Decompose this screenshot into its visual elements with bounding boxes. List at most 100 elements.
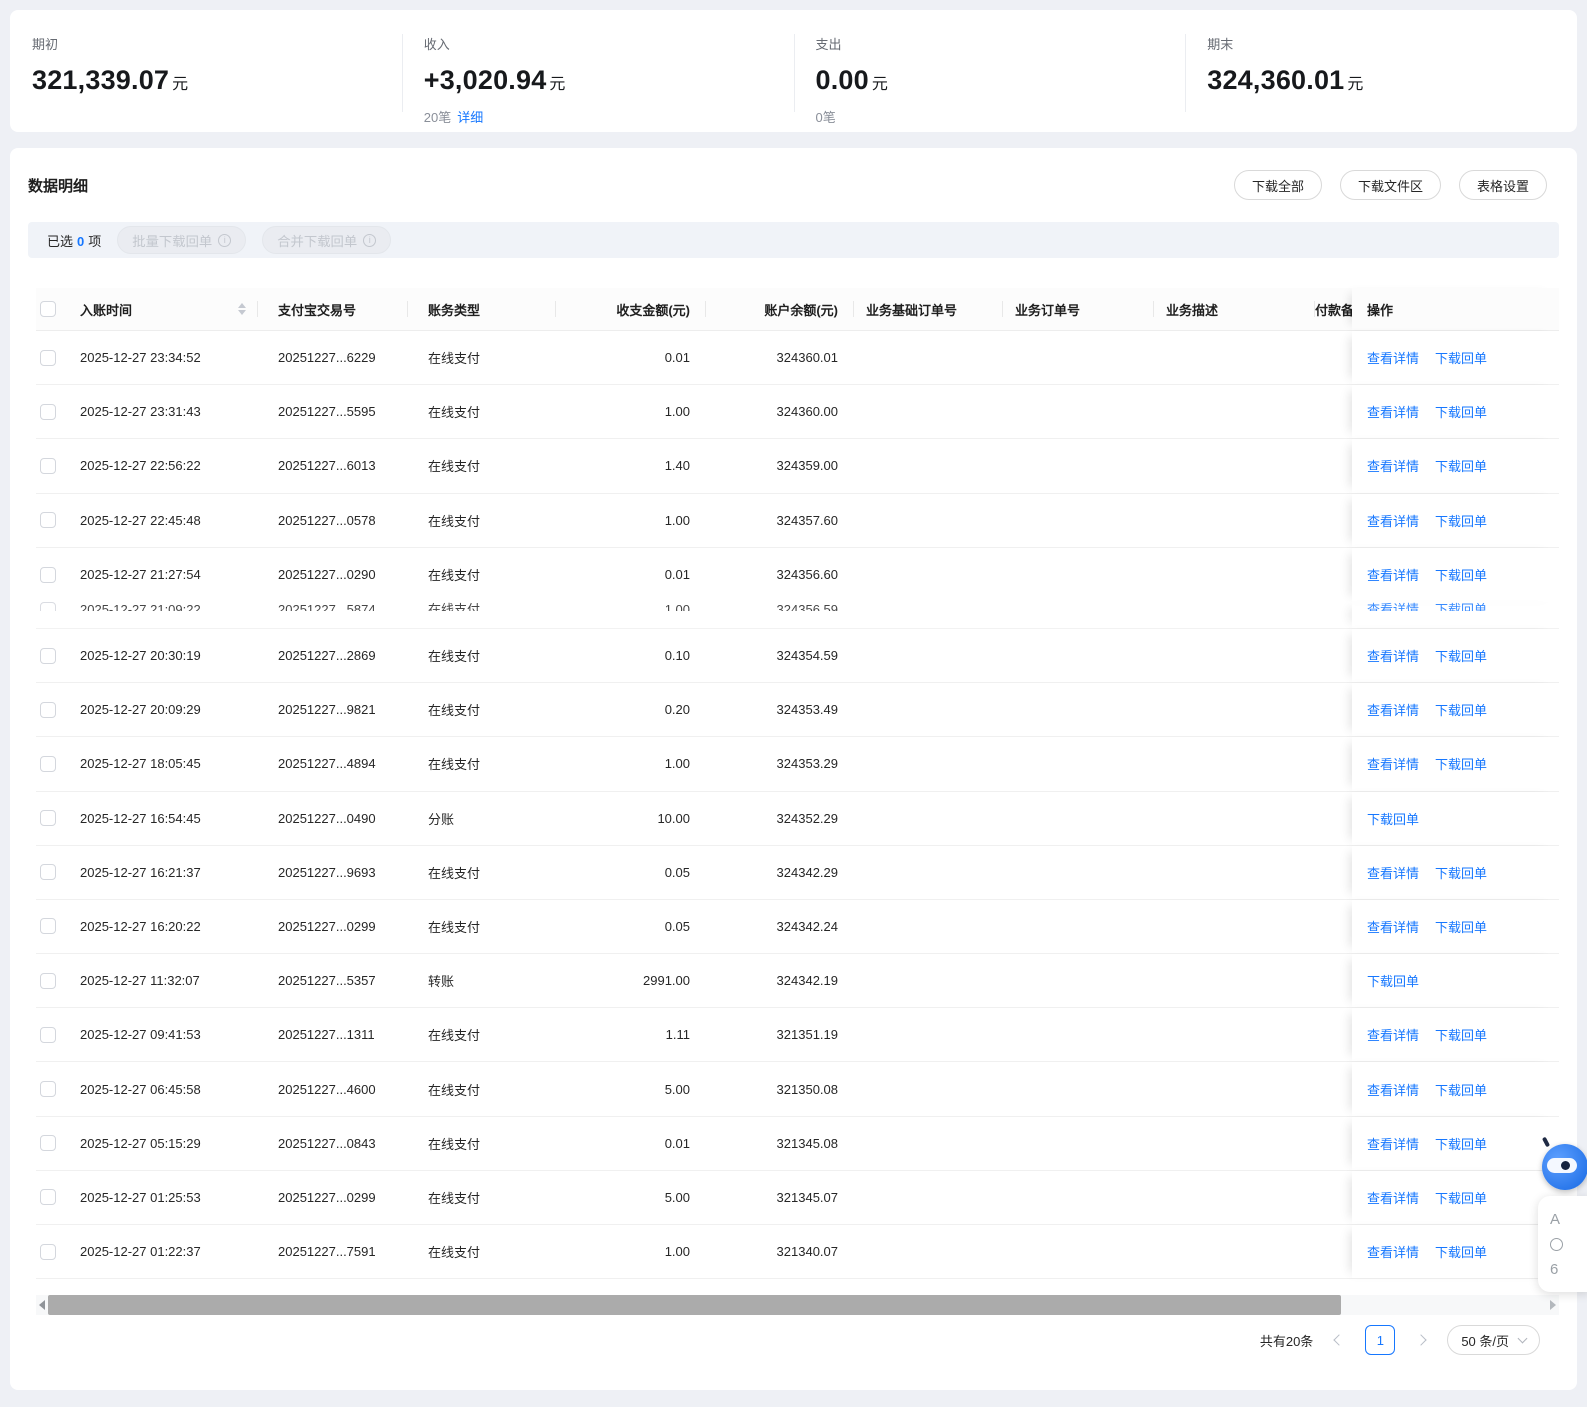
action-detail[interactable]: 查看详情 [1367,402,1419,421]
action-download[interactable]: 下载回单 [1435,1188,1487,1207]
cell-txn: 20251227...6013 [278,458,376,474]
cell-actions: 查看详情 下载回单 [1352,385,1559,439]
next-page-icon[interactable] [1415,1334,1427,1346]
row-checkbox[interactable] [40,601,56,611]
income-detail-link[interactable]: 详细 [457,110,483,125]
cell-actions: 查看详情 下载回单 [1352,1170,1559,1224]
action-download[interactable]: 下载回单 [1435,348,1487,367]
chevron-down-icon [1517,1333,1528,1344]
action-download[interactable]: 下载回单 [1435,863,1487,882]
batch-download-button[interactable]: 批量下载回单 [117,226,247,254]
summary-value: 321,339.07 [32,65,170,95]
header-remark: 付款备注 [1315,302,1352,318]
cell-actions: 查看详情 下载回单 [1352,1008,1559,1062]
summary-value: 324,360.01 [1207,65,1345,95]
assistant-robot-icon[interactable] [1542,1144,1587,1190]
cell-checkbox [36,439,80,492]
action-detail[interactable]: 查看详情 [1367,1025,1419,1044]
row-checkbox[interactable] [40,755,56,772]
row-checkbox[interactable] [40,1135,56,1152]
action-download[interactable]: 下载回单 [1367,971,1419,990]
prev-page-icon[interactable] [1333,1334,1345,1346]
cell-base-order [854,494,1003,547]
assistant-circle-icon[interactable] [1550,1237,1563,1251]
select-all-checkbox[interactable] [40,301,56,317]
action-detail[interactable]: 查看详情 [1367,646,1419,665]
action-detail[interactable]: 查看详情 [1367,1080,1419,1099]
action-download[interactable]: 下载回单 [1435,1025,1487,1044]
action-download[interactable]: 下载回单 [1435,754,1487,773]
cell-base-order [854,792,1003,845]
action-detail[interactable]: 查看详情 [1367,456,1419,475]
row-checkbox[interactable] [40,1026,56,1043]
page: { "summary": { "cards": [ { "label": "期初… [0,0,1587,1407]
action-detail[interactable]: 查看详情 [1367,754,1419,773]
header-base-order: 业务基础订单号 [854,288,1003,330]
action-download[interactable]: 下载回单 [1435,565,1487,584]
cell-balance: 321345.07 [776,1189,838,1205]
row-checkbox[interactable] [40,566,56,583]
summary-label: 期末 [1207,37,1234,52]
row-checkbox[interactable] [40,701,56,718]
scroll-left-icon[interactable] [36,1295,48,1315]
action-download[interactable]: 下载回单 [1435,1242,1487,1261]
row-checkbox[interactable] [40,918,56,935]
selected-count: 0 [77,233,85,249]
row-checkbox[interactable] [40,1243,56,1260]
action-download[interactable]: 下载回单 [1435,402,1487,421]
page-size-select[interactable]: 50 条/页 [1447,1325,1540,1355]
row-checkbox[interactable] [40,1081,56,1098]
action-detail[interactable]: 查看详情 [1367,1242,1419,1261]
row-checkbox[interactable] [40,512,56,529]
cell-txn: 20251227...4894 [278,756,376,772]
action-download[interactable]: 下载回单 [1435,602,1487,611]
table-settings-button[interactable]: 表格设置 [1458,170,1547,200]
cell-checkbox [36,900,80,953]
row-checkbox[interactable] [40,972,56,989]
assistant-ai-label[interactable]: A [1550,1212,1560,1227]
action-detail[interactable]: 查看详情 [1367,1188,1419,1207]
row-checkbox[interactable] [40,1189,56,1206]
page-number[interactable]: 1 [1365,1325,1396,1355]
action-download[interactable]: 下载回单 [1435,917,1487,936]
row-checkbox[interactable] [40,647,56,664]
row-checkbox[interactable] [40,457,56,474]
row-checkbox[interactable] [40,810,56,827]
scroll-right-icon[interactable] [1547,1295,1559,1315]
cell-base-order [854,331,1003,384]
assistant-panel[interactable]: A 6 [1538,1196,1587,1292]
action-download[interactable]: 下载回单 [1435,511,1487,530]
horizontal-scrollbar[interactable] [36,1295,1559,1315]
row-checkbox[interactable] [40,864,56,881]
action-download[interactable]: 下载回单 [1367,809,1419,828]
selection-bar: 已选0项 批量下载回单 合并下载回单 [28,222,1559,258]
action-download[interactable]: 下载回单 [1435,456,1487,475]
row-checkbox[interactable] [40,403,56,420]
assistant-service-icon[interactable]: 6 [1550,1262,1558,1277]
action-detail[interactable]: 查看详情 [1367,511,1419,530]
merge-download-button[interactable]: 合并下载回单 [262,226,392,254]
header-type: 账务类型 [408,288,556,330]
download-all-button[interactable]: 下载全部 [1233,170,1322,200]
action-detail[interactable]: 查看详情 [1367,565,1419,584]
download-filezone-button[interactable]: 下载文件区 [1339,170,1441,200]
cell-txn: 20251227...0490 [278,810,376,826]
cell-type: 在线支付 [428,1245,481,1261]
action-detail[interactable]: 查看详情 [1367,700,1419,719]
row-checkbox[interactable] [40,349,56,366]
action-detail[interactable]: 查看详情 [1367,602,1419,611]
sort-icon[interactable] [238,303,246,315]
scrollbar-thumb[interactable] [48,1295,1341,1315]
cell-order [1003,792,1154,845]
header-time[interactable]: 入账时间 [80,288,258,330]
summary-income: 收入 +3,020.94 元 20笔 详细 [401,10,794,132]
cell-time: 2025-12-27 05:15:29 [80,1135,201,1151]
action-download[interactable]: 下载回单 [1435,1080,1487,1099]
action-detail[interactable]: 查看详情 [1367,863,1419,882]
action-detail[interactable]: 查看详情 [1367,1134,1419,1153]
action-detail[interactable]: 查看详情 [1367,917,1419,936]
action-download[interactable]: 下载回单 [1435,700,1487,719]
action-download[interactable]: 下载回单 [1435,1134,1487,1153]
action-detail[interactable]: 查看详情 [1367,348,1419,367]
action-download[interactable]: 下载回单 [1435,646,1487,665]
